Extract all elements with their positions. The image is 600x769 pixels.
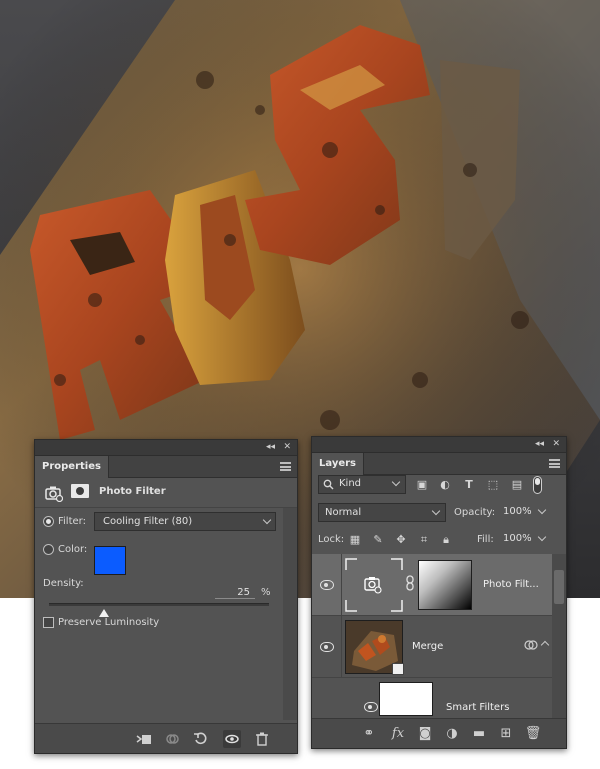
layer-row-merge[interactable]: Merge bbox=[312, 616, 554, 678]
tab-layers[interactable]: Layers bbox=[312, 453, 364, 475]
adjustment-header: Photo Filter bbox=[35, 478, 297, 508]
reset-icon[interactable] bbox=[192, 730, 210, 748]
search-icon bbox=[323, 479, 334, 490]
properties-footer bbox=[35, 723, 297, 753]
filter-toggle-knob bbox=[535, 478, 540, 485]
lock-label: Lock: bbox=[318, 534, 345, 545]
layers-scrollbar[interactable] bbox=[552, 554, 566, 720]
chevron-down-icon bbox=[537, 532, 547, 542]
layer-row-smart-filters[interactable]: Smart Filters bbox=[312, 678, 554, 720]
preserve-luminosity-checkbox[interactable] bbox=[43, 617, 54, 628]
layers-tab-row: Layers bbox=[312, 453, 566, 475]
lock-transparent-icon[interactable]: ▦ bbox=[348, 533, 362, 547]
layers-panel: ◂◂ ✕ Layers Kind ▣ ◐ T ⬚ ▤ Normal Opacit… bbox=[311, 436, 567, 749]
eye-icon[interactable] bbox=[320, 642, 334, 652]
tab-properties[interactable]: Properties bbox=[35, 456, 109, 478]
adjustment-thumbnail[interactable] bbox=[345, 558, 403, 612]
close-icon[interactable]: ✕ bbox=[552, 439, 560, 450]
adjustment-filter-icon[interactable]: ◐ bbox=[438, 478, 452, 492]
layer-list: Photo Filt... Merge Smart Filters bbox=[312, 554, 554, 720]
add-mask-icon[interactable]: ◙ bbox=[416, 725, 434, 743]
layer-name[interactable]: Smart Filters bbox=[446, 702, 509, 713]
opacity-value: 100% bbox=[503, 506, 532, 517]
layer-name[interactable]: Photo Filt... bbox=[483, 579, 539, 590]
mask-icon[interactable] bbox=[71, 484, 89, 498]
density-slider-track[interactable] bbox=[49, 603, 269, 606]
density-input[interactable]: 25 bbox=[215, 587, 255, 599]
density-unit: % bbox=[261, 587, 271, 598]
fx-icon[interactable]: fx bbox=[389, 725, 407, 743]
layers-footer: ⚭ fx ◙ ◑ ▬ ⊞ 🗑︎ bbox=[312, 718, 566, 748]
smart-filter-mask-thumbnail[interactable] bbox=[379, 682, 433, 716]
fill-value: 100% bbox=[503, 533, 532, 544]
panel-title-strip: ◂◂ ✕ bbox=[312, 437, 566, 453]
panel-menu-icon[interactable] bbox=[549, 459, 560, 468]
shape-filter-icon[interactable]: ⬚ bbox=[486, 478, 500, 492]
lock-position-icon[interactable]: ✥ bbox=[394, 533, 408, 547]
filter-dropdown[interactable]: Cooling Filter (80) bbox=[94, 512, 276, 531]
density-slider-thumb[interactable] bbox=[99, 609, 109, 617]
layer-name[interactable]: Merge bbox=[412, 641, 443, 652]
chevron-down-icon bbox=[537, 505, 547, 515]
properties-panel: ◂◂ ✕ Properties Photo Filter Filter: Coo… bbox=[34, 439, 298, 754]
chevron-down-icon bbox=[262, 515, 272, 525]
filter-radio[interactable] bbox=[43, 516, 54, 527]
smart-object-badge-icon bbox=[392, 663, 404, 675]
smart-object-filter-icon[interactable]: ▤ bbox=[510, 478, 524, 492]
filter-toggle[interactable] bbox=[533, 476, 542, 494]
smart-filter-icon bbox=[524, 640, 538, 650]
eye-icon[interactable] bbox=[364, 702, 378, 712]
properties-tab-row: Properties bbox=[35, 456, 297, 478]
color-swatch[interactable] bbox=[94, 546, 126, 575]
new-adjustment-icon[interactable]: ◑ bbox=[443, 725, 461, 743]
type-filter-icon[interactable]: T bbox=[462, 478, 476, 492]
blend-mode-dropdown[interactable]: Normal bbox=[318, 503, 446, 522]
toggle-visibility-icon[interactable] bbox=[223, 730, 241, 748]
clip-to-layer-icon[interactable] bbox=[135, 730, 153, 748]
lock-artboard-icon[interactable]: ⌗ bbox=[417, 533, 431, 547]
chevron-down-icon bbox=[391, 477, 401, 487]
new-layer-icon[interactable]: ⊞ bbox=[497, 725, 515, 743]
filter-dropdown-value: Cooling Filter (80) bbox=[103, 516, 193, 527]
fill-input[interactable]: 100% bbox=[497, 530, 549, 549]
layer-mask-thumbnail[interactable] bbox=[418, 560, 472, 610]
new-group-icon[interactable]: ▬ bbox=[470, 725, 488, 743]
close-icon[interactable]: ✕ bbox=[283, 442, 291, 453]
panel-title-strip: ◂◂ ✕ bbox=[35, 440, 297, 456]
filter-label: Filter: bbox=[58, 516, 86, 527]
chevron-down-icon bbox=[431, 506, 441, 516]
pixel-filter-icon[interactable]: ▣ bbox=[415, 478, 429, 492]
layer-row-photo-filter[interactable]: Photo Filt... bbox=[312, 554, 554, 616]
collapse-arrow-icon[interactable] bbox=[540, 640, 550, 650]
density-label: Density: bbox=[43, 578, 84, 589]
link-layers-icon[interactable]: ⚭ bbox=[360, 725, 378, 743]
panel-menu-icon[interactable] bbox=[280, 462, 291, 471]
scrollbar-thumb[interactable] bbox=[554, 570, 564, 604]
fill-label: Fill: bbox=[477, 534, 494, 545]
opacity-input[interactable]: 100% bbox=[497, 503, 549, 522]
blend-mode-value: Normal bbox=[325, 507, 362, 518]
camera-icon[interactable] bbox=[45, 484, 63, 502]
color-radio[interactable] bbox=[43, 544, 54, 555]
link-icon[interactable] bbox=[405, 575, 415, 591]
adjustment-title: Photo Filter bbox=[99, 486, 166, 497]
photo-filter-adjustment-icon bbox=[345, 558, 403, 612]
properties-scrollbar[interactable] bbox=[283, 508, 297, 720]
lock-image-icon[interactable]: ✎ bbox=[371, 533, 385, 547]
eye-icon[interactable] bbox=[320, 580, 334, 590]
view-previous-state-icon[interactable] bbox=[163, 730, 181, 748]
lock-all-icon[interactable]: 🔒︎ bbox=[439, 533, 453, 547]
kind-filter-dropdown[interactable]: Kind bbox=[318, 475, 406, 494]
opacity-label: Opacity: bbox=[454, 507, 496, 518]
preserve-luminosity-label: Preserve Luminosity bbox=[58, 617, 160, 628]
collapse-icon[interactable]: ◂◂ bbox=[535, 439, 544, 450]
color-label: Color: bbox=[58, 544, 88, 555]
collapse-icon[interactable]: ◂◂ bbox=[266, 442, 275, 453]
visibility-column bbox=[312, 678, 374, 720]
trash-icon[interactable]: 🗑︎ bbox=[524, 725, 542, 743]
trash-icon[interactable] bbox=[253, 730, 271, 748]
kind-label: Kind bbox=[339, 478, 362, 489]
